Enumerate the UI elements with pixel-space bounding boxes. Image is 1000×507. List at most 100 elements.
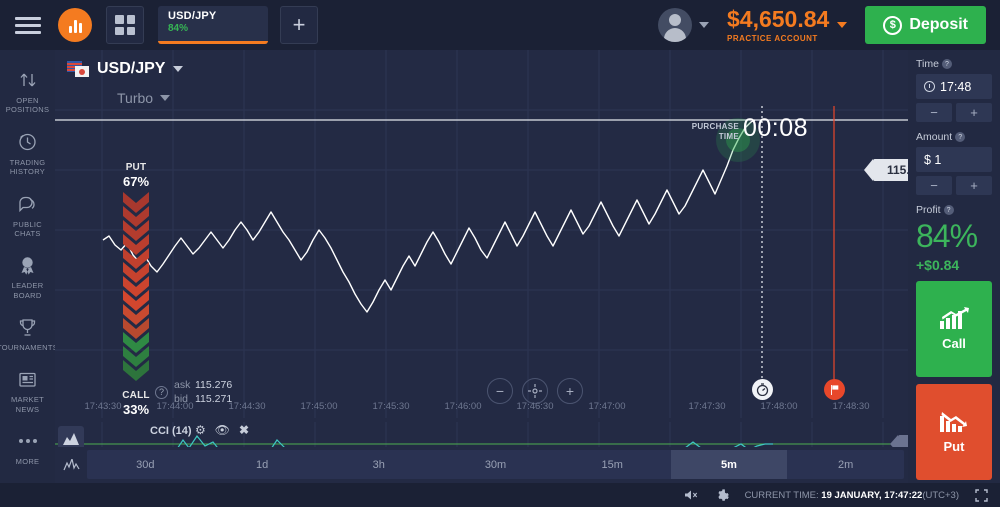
trade-mode-label: Turbo [117, 90, 154, 106]
time-decrease-button[interactable]: − [916, 103, 952, 122]
account-type-label: PRACTICE ACCOUNT [727, 33, 818, 43]
eye-icon[interactable]: 👁 [215, 424, 230, 436]
put-label: Put [943, 438, 965, 454]
grid-apps-icon[interactable] [106, 6, 144, 44]
amount-decrease-button[interactable]: − [916, 176, 952, 195]
balance-amount: $4,650.84 [727, 5, 830, 32]
chevron-down-icon [837, 22, 848, 28]
time-tick: 17:45:00 [300, 401, 338, 412]
clock-icon [924, 81, 935, 92]
sentiment-chevrons [115, 192, 157, 387]
timeframe-5m[interactable]: 5m [670, 450, 788, 479]
help-icon[interactable]: ? [943, 205, 954, 215]
asset-tab-underline [158, 41, 268, 44]
help-icon[interactable]: ? [155, 385, 168, 399]
asset-name: USD/JPY [97, 60, 166, 77]
top-bar: USD/JPY 84% + $4,650.84 PRACTICE ACCOUNT… [0, 0, 1000, 50]
fullscreen-icon[interactable] [975, 488, 988, 502]
purchase-marker[interactable] [752, 379, 773, 400]
chevron-stack-icon [123, 192, 149, 381]
flag-icon [831, 385, 839, 395]
deposit-button[interactable]: $ Deposit [865, 6, 986, 44]
help-icon[interactable]: ? [955, 132, 966, 142]
current-time: CURRENT TIME: 19 JANUARY, 17:47:22(UTC+3… [745, 490, 959, 501]
asset-selector[interactable]: USD/JPY [67, 60, 184, 78]
speaker-mute-icon[interactable] [684, 489, 699, 501]
timeframe-1d[interactable]: 1d [204, 450, 321, 479]
chevron-down-icon [699, 22, 709, 28]
time-tick: 17:48:00 [760, 401, 798, 412]
expiry-marker[interactable] [824, 379, 845, 400]
countdown-timer: 00:08 [743, 114, 809, 142]
ellipsis-icon [18, 430, 37, 452]
help-icon[interactable]: ? [941, 59, 952, 69]
sidebar-item-market-news[interactable]: Market News [0, 359, 55, 421]
expiry-time-input[interactable]: 17:48 [916, 74, 992, 99]
flag-pair-icon [67, 61, 89, 77]
time-tick: 17:47:00 [588, 401, 626, 412]
gear-icon[interactable]: ⚙ [195, 424, 206, 436]
asset-tab-usdjpy[interactable]: USD/JPY 84% [158, 6, 268, 44]
ask-value: 115.276 [195, 379, 233, 391]
avatar [658, 8, 692, 42]
arrows-updown-icon [18, 69, 38, 91]
chart-area[interactable]: USD/JPY Turbo PUT 67% CALL 33% PURCHASE … [55, 50, 953, 507]
user-menu[interactable] [658, 8, 709, 42]
sidebar-item-leader-board[interactable]: Leader Board [0, 245, 55, 307]
time-axis: 17:43:30 17:44:00 17:44:30 17:45:00 17:4… [55, 398, 908, 418]
gear-icon[interactable] [715, 488, 729, 502]
balance-selector[interactable]: $4,650.84 PRACTICE ACCOUNT [727, 5, 848, 43]
timeframe-2m[interactable]: 2m [787, 450, 904, 479]
trend-down-icon [940, 411, 967, 432]
current-time-value: 19 JANUARY, 17:47:22 [821, 489, 923, 501]
time-tick: 17:45:30 [372, 401, 410, 412]
sidebar-item-trading-history[interactable]: Trading History [0, 122, 55, 184]
chevron-down-icon [173, 66, 184, 72]
sidebar-item-more[interactable]: More [0, 421, 55, 473]
bottom-status-bar: CURRENT TIME: 19 JANUARY, 17:47:22(UTC+3… [0, 483, 1000, 507]
amount-input[interactable]: $ 1 [916, 147, 992, 172]
time-field-label: Time ? [916, 58, 992, 70]
line-chart-icon[interactable] [55, 447, 87, 483]
sidebar-item-public-chats[interactable]: Public Chats [0, 184, 55, 246]
dollar-refresh-icon: $ [883, 15, 903, 35]
time-tick: 17:44:00 [156, 401, 194, 412]
hamburger-menu-icon[interactable] [0, 0, 56, 50]
deposit-label: Deposit [909, 16, 968, 33]
amount-increase-button[interactable]: + [956, 176, 992, 195]
timeframe-30m[interactable]: 30m [437, 450, 554, 479]
bar-chart-logo-icon[interactable] [58, 8, 92, 42]
ask-label: ask [174, 379, 191, 391]
put-button[interactable]: Put [916, 383, 992, 480]
asset-tab-payout: 84% [168, 23, 189, 34]
sentiment-gauge: PUT 67% CALL 33% [115, 162, 157, 417]
left-sidebar: Open Positions Trading History Public Ch… [0, 50, 59, 507]
trade-mode-selector[interactable]: Turbo [117, 90, 171, 106]
current-time-label: CURRENT TIME: [744, 489, 819, 501]
close-x-icon[interactable]: ✖ [239, 424, 249, 436]
sidebar-item-tournaments[interactable]: Tournaments [0, 307, 59, 359]
put-sentiment-label: PUT [125, 162, 147, 173]
time-tick: 17:48:30 [832, 401, 870, 412]
amount-field-label: Amount ? [916, 131, 992, 143]
time-tick: 17:46:00 [444, 401, 482, 412]
timeframe-3h[interactable]: 3h [320, 450, 437, 479]
profit-label: Profit ? [916, 204, 992, 216]
time-tick: 17:47:30 [688, 401, 726, 412]
sidebar-label: Trading History [9, 157, 46, 177]
timeframe-15m[interactable]: 15m [554, 450, 671, 479]
sidebar-label: Open Positions [5, 96, 50, 115]
add-asset-button[interactable]: + [280, 6, 318, 44]
chat-bubbles-icon [17, 193, 39, 215]
clock-history-icon [17, 131, 38, 153]
call-button[interactable]: Call [916, 280, 992, 377]
time-increase-button[interactable]: + [956, 103, 992, 122]
trade-panel: Time ? 17:48 − + Amount ? $ 1 − + Profit… [908, 50, 1000, 483]
newspaper-icon [17, 368, 38, 390]
profit-amount: +$0.84 [916, 256, 960, 273]
sidebar-label: Tournaments [0, 343, 59, 352]
timeframe-30d[interactable]: 30d [87, 450, 204, 479]
profit-percent: 84% [916, 218, 978, 254]
sidebar-item-open-positions[interactable]: Open Positions [0, 60, 55, 122]
cci-title: CCI (14) [150, 425, 192, 437]
